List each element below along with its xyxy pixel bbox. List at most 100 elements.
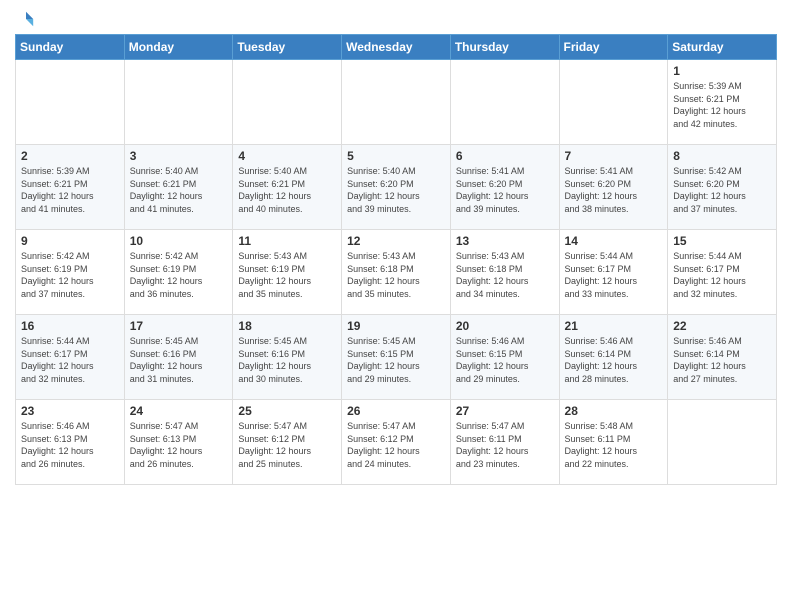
day-number: 13 xyxy=(456,234,554,248)
weekday-header-friday: Friday xyxy=(559,35,668,60)
week-row-4: 16 Sunrise: 5:44 AM Sunset: 6:17 PM Dayli… xyxy=(16,315,777,400)
day-info: Sunrise: 5:48 AM Sunset: 6:11 PM Dayligh… xyxy=(565,420,663,470)
day-info: Sunrise: 5:45 AM Sunset: 6:16 PM Dayligh… xyxy=(130,335,228,385)
week-row-5: 23 Sunrise: 5:46 AM Sunset: 6:13 PM Dayli… xyxy=(16,400,777,485)
week-row-2: 2 Sunrise: 5:39 AM Sunset: 6:21 PM Daylig… xyxy=(16,145,777,230)
day-number: 22 xyxy=(673,319,771,333)
calendar-cell: 12 Sunrise: 5:43 AM Sunset: 6:18 PM Dayli… xyxy=(342,230,451,315)
day-number: 19 xyxy=(347,319,445,333)
day-number: 12 xyxy=(347,234,445,248)
weekday-header-wednesday: Wednesday xyxy=(342,35,451,60)
day-number: 24 xyxy=(130,404,228,418)
weekday-header-monday: Monday xyxy=(124,35,233,60)
weekday-header-sunday: Sunday xyxy=(16,35,125,60)
calendar-cell xyxy=(124,60,233,145)
day-info: Sunrise: 5:47 AM Sunset: 6:12 PM Dayligh… xyxy=(238,420,336,470)
day-number: 28 xyxy=(565,404,663,418)
day-info: Sunrise: 5:39 AM Sunset: 6:21 PM Dayligh… xyxy=(21,165,119,215)
day-number: 16 xyxy=(21,319,119,333)
day-info: Sunrise: 5:45 AM Sunset: 6:15 PM Dayligh… xyxy=(347,335,445,385)
calendar-cell: 10Sunrise: 5:42 AM Sunset: 6:19 PM Dayli… xyxy=(124,230,233,315)
day-info: Sunrise: 5:44 AM Sunset: 6:17 PM Dayligh… xyxy=(21,335,119,385)
day-info: Sunrise: 5:46 AM Sunset: 6:14 PM Dayligh… xyxy=(673,335,771,385)
day-number: 2 xyxy=(21,149,119,163)
day-number: 4 xyxy=(238,149,336,163)
day-number: 27 xyxy=(456,404,554,418)
calendar-cell xyxy=(559,60,668,145)
calendar-cell: 6Sunrise: 5:41 AM Sunset: 6:20 PM Daylig… xyxy=(450,145,559,230)
page: SundayMondayTuesdayWednesdayThursdayFrid… xyxy=(0,0,792,612)
calendar-cell: 7 Sunrise: 5:41 AM Sunset: 6:20 PM Daylig… xyxy=(559,145,668,230)
calendar-cell: 26 Sunrise: 5:47 AM Sunset: 6:12 PM Dayli… xyxy=(342,400,451,485)
calendar-cell: 15 Sunrise: 5:44 AM Sunset: 6:17 PM Dayli… xyxy=(668,230,777,315)
day-info: Sunrise: 5:46 AM Sunset: 6:15 PM Dayligh… xyxy=(456,335,554,385)
weekday-header-row: SundayMondayTuesdayWednesdayThursdayFrid… xyxy=(16,35,777,60)
day-info: Sunrise: 5:41 AM Sunset: 6:20 PM Dayligh… xyxy=(565,165,663,215)
day-info: Sunrise: 5:44 AM Sunset: 6:17 PM Dayligh… xyxy=(565,250,663,300)
day-info: Sunrise: 5:45 AM Sunset: 6:16 PM Dayligh… xyxy=(238,335,336,385)
calendar-cell: 19 Sunrise: 5:45 AM Sunset: 6:15 PM Dayli… xyxy=(342,315,451,400)
day-number: 25 xyxy=(238,404,336,418)
day-number: 15 xyxy=(673,234,771,248)
day-info: Sunrise: 5:47 AM Sunset: 6:11 PM Dayligh… xyxy=(456,420,554,470)
calendar-cell: 21 Sunrise: 5:46 AM Sunset: 6:14 PM Dayli… xyxy=(559,315,668,400)
day-info: Sunrise: 5:42 AM Sunset: 6:19 PM Dayligh… xyxy=(21,250,119,300)
calendar-cell: 16 Sunrise: 5:44 AM Sunset: 6:17 PM Dayli… xyxy=(16,315,125,400)
calendar-cell: 18 Sunrise: 5:45 AM Sunset: 6:16 PM Dayli… xyxy=(233,315,342,400)
calendar-cell: 23 Sunrise: 5:46 AM Sunset: 6:13 PM Dayli… xyxy=(16,400,125,485)
day-info: Sunrise: 5:47 AM Sunset: 6:13 PM Dayligh… xyxy=(130,420,228,470)
week-row-1: 1 Sunrise: 5:39 AM Sunset: 6:21 PM Daylig… xyxy=(16,60,777,145)
day-number: 1 xyxy=(673,64,771,78)
calendar-cell: 20 Sunrise: 5:46 AM Sunset: 6:15 PM Dayli… xyxy=(450,315,559,400)
calendar-cell: 3 Sunrise: 5:40 AM Sunset: 6:21 PM Daylig… xyxy=(124,145,233,230)
calendar-cell xyxy=(450,60,559,145)
day-number: 7 xyxy=(565,149,663,163)
day-info: Sunrise: 5:46 AM Sunset: 6:14 PM Dayligh… xyxy=(565,335,663,385)
day-info: Sunrise: 5:39 AM Sunset: 6:21 PM Dayligh… xyxy=(673,80,771,130)
calendar-cell: 4 Sunrise: 5:40 AM Sunset: 6:21 PM Daylig… xyxy=(233,145,342,230)
day-number: 17 xyxy=(130,319,228,333)
calendar-cell: 5 Sunrise: 5:40 AM Sunset: 6:20 PM Daylig… xyxy=(342,145,451,230)
logo xyxy=(15,10,35,28)
weekday-header-saturday: Saturday xyxy=(668,35,777,60)
calendar-cell xyxy=(668,400,777,485)
day-number: 20 xyxy=(456,319,554,333)
weekday-header-thursday: Thursday xyxy=(450,35,559,60)
day-number: 11 xyxy=(238,234,336,248)
day-info: Sunrise: 5:40 AM Sunset: 6:21 PM Dayligh… xyxy=(130,165,228,215)
calendar-cell: 1 Sunrise: 5:39 AM Sunset: 6:21 PM Daylig… xyxy=(668,60,777,145)
calendar-cell: 27 Sunrise: 5:47 AM Sunset: 6:11 PM Dayli… xyxy=(450,400,559,485)
week-row-3: 9 Sunrise: 5:42 AM Sunset: 6:19 PM Daylig… xyxy=(16,230,777,315)
day-info: Sunrise: 5:42 AM Sunset: 6:19 PM Dayligh… xyxy=(130,250,228,300)
calendar-cell: 24 Sunrise: 5:47 AM Sunset: 6:13 PM Dayli… xyxy=(124,400,233,485)
day-info: Sunrise: 5:40 AM Sunset: 6:21 PM Dayligh… xyxy=(238,165,336,215)
calendar-cell: 25 Sunrise: 5:47 AM Sunset: 6:12 PM Dayli… xyxy=(233,400,342,485)
day-number: 18 xyxy=(238,319,336,333)
header xyxy=(15,10,777,28)
calendar: SundayMondayTuesdayWednesdayThursdayFrid… xyxy=(15,34,777,485)
calendar-cell: 17 Sunrise: 5:45 AM Sunset: 6:16 PM Dayli… xyxy=(124,315,233,400)
calendar-cell xyxy=(342,60,451,145)
day-info: Sunrise: 5:43 AM Sunset: 6:18 PM Dayligh… xyxy=(347,250,445,300)
day-number: 21 xyxy=(565,319,663,333)
day-number: 9 xyxy=(21,234,119,248)
calendar-cell: 2 Sunrise: 5:39 AM Sunset: 6:21 PM Daylig… xyxy=(16,145,125,230)
calendar-cell: 28 Sunrise: 5:48 AM Sunset: 6:11 PM Dayli… xyxy=(559,400,668,485)
calendar-cell: 11 Sunrise: 5:43 AM Sunset: 6:19 PM Dayli… xyxy=(233,230,342,315)
day-info: Sunrise: 5:46 AM Sunset: 6:13 PM Dayligh… xyxy=(21,420,119,470)
day-info: Sunrise: 5:40 AM Sunset: 6:20 PM Dayligh… xyxy=(347,165,445,215)
day-info: Sunrise: 5:44 AM Sunset: 6:17 PM Dayligh… xyxy=(673,250,771,300)
calendar-cell: 9 Sunrise: 5:42 AM Sunset: 6:19 PM Daylig… xyxy=(16,230,125,315)
day-number: 3 xyxy=(130,149,228,163)
calendar-cell: 8Sunrise: 5:42 AM Sunset: 6:20 PM Daylig… xyxy=(668,145,777,230)
day-info: Sunrise: 5:47 AM Sunset: 6:12 PM Dayligh… xyxy=(347,420,445,470)
calendar-cell: 13 Sunrise: 5:43 AM Sunset: 6:18 PM Dayli… xyxy=(450,230,559,315)
day-number: 14 xyxy=(565,234,663,248)
day-info: Sunrise: 5:43 AM Sunset: 6:18 PM Dayligh… xyxy=(456,250,554,300)
calendar-cell xyxy=(16,60,125,145)
day-info: Sunrise: 5:43 AM Sunset: 6:19 PM Dayligh… xyxy=(238,250,336,300)
day-number: 26 xyxy=(347,404,445,418)
day-number: 5 xyxy=(347,149,445,163)
day-number: 23 xyxy=(21,404,119,418)
day-info: Sunrise: 5:42 AM Sunset: 6:20 PM Dayligh… xyxy=(673,165,771,215)
